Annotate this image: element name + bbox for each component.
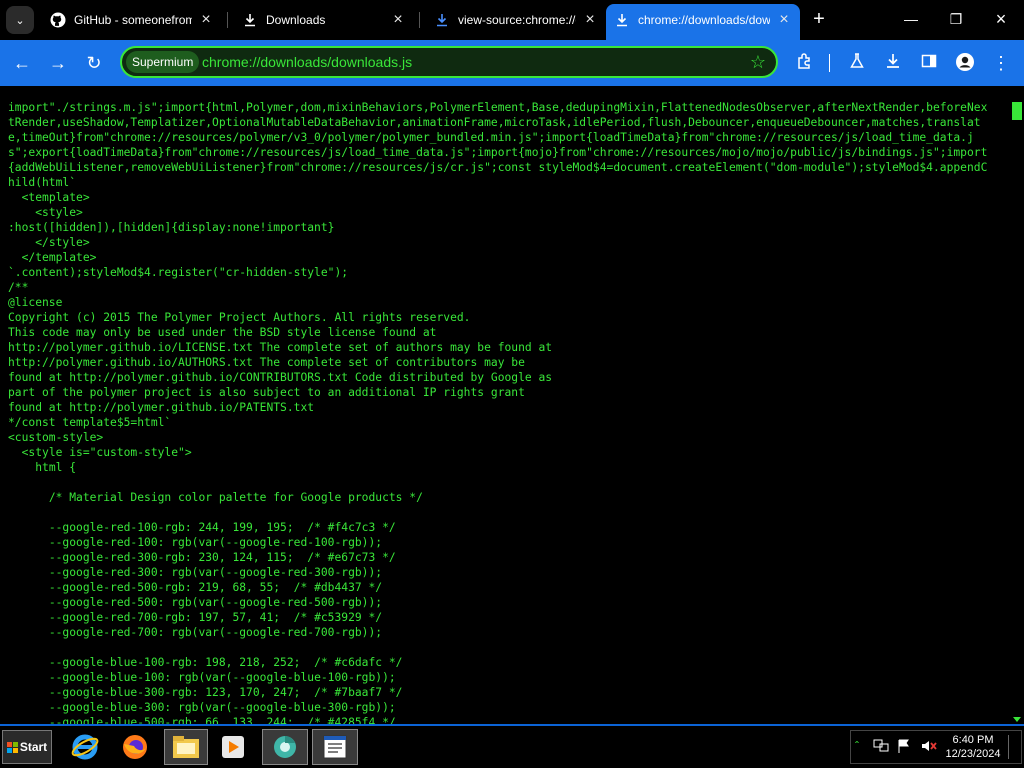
- clock[interactable]: 6:40 PM 12/23/2024: [943, 733, 1003, 761]
- tab-title: chrome://downloads/dow: [638, 13, 770, 27]
- close-tab-icon[interactable]: ×: [776, 11, 792, 29]
- download-icon: [614, 12, 630, 28]
- tab-separator: [419, 12, 420, 28]
- show-hidden-icons-icon[interactable]: ˆ: [855, 739, 859, 753]
- tab-title: Downloads: [266, 13, 326, 27]
- labs-flask-icon[interactable]: [846, 52, 868, 74]
- chevron-down-icon: ⌄: [15, 14, 25, 27]
- tab-title: GitHub - someonefromdi: [74, 13, 192, 27]
- scrollbar-thumb[interactable]: [1012, 102, 1022, 120]
- close-tab-icon[interactable]: ×: [198, 11, 214, 29]
- download-icon: [434, 12, 450, 28]
- show-desktop-button[interactable]: [1008, 735, 1019, 759]
- github-icon: [50, 12, 66, 28]
- start-button[interactable]: Start: [2, 730, 52, 764]
- plus-icon: +: [813, 8, 825, 30]
- close-tab-icon[interactable]: ×: [390, 11, 406, 29]
- extensions-icon[interactable]: [794, 52, 816, 74]
- file-explorer-icon[interactable]: [164, 729, 208, 765]
- start-label: Start: [19, 740, 48, 754]
- tab-downloads-js-active[interactable]: chrome://downloads/dow ×: [606, 4, 800, 40]
- tab-view-source[interactable]: view-source:chrome://do ×: [426, 4, 606, 36]
- toolbar-divider: [829, 54, 830, 72]
- tab-search-button[interactable]: ⌄: [6, 6, 34, 34]
- side-panel-icon[interactable]: [918, 52, 940, 74]
- system-tray: ˆ 6:40 PM 12/23/2024: [850, 730, 1022, 764]
- close-window-button[interactable]: ×: [986, 8, 1016, 30]
- restore-button[interactable]: ❐: [941, 8, 971, 30]
- page-content: import"./strings.m.js";import{html,Polym…: [0, 86, 1024, 724]
- minimize-button[interactable]: —: [896, 8, 926, 30]
- downloads-toolbar-icon[interactable]: [882, 52, 904, 74]
- reload-button[interactable]: ↻: [82, 51, 106, 75]
- volume-muted-icon[interactable]: [921, 739, 937, 756]
- clock-time: 6:40 PM: [952, 734, 994, 746]
- tab-title: view-source:chrome://do: [458, 13, 576, 27]
- arrow-right-icon: →: [49, 53, 67, 73]
- new-tab-button[interactable]: +: [808, 8, 830, 30]
- internet-explorer-icon[interactable]: [66, 729, 104, 765]
- minimize-icon: —: [904, 11, 918, 27]
- reload-icon: ↻: [86, 53, 102, 73]
- firefox-icon[interactable]: [116, 729, 154, 765]
- source-code-text: import"./strings.m.js";import{html,Polym…: [8, 101, 988, 724]
- taskbar: Start ˆ 6:40 PM 12/23/2024: [0, 724, 1024, 768]
- windows-logo-icon: [6, 741, 18, 753]
- restore-icon: ❐: [949, 11, 963, 27]
- action-center-flag-icon[interactable]: [897, 739, 911, 756]
- close-tab-icon[interactable]: ×: [582, 11, 598, 29]
- media-player-icon[interactable]: [214, 729, 252, 765]
- browser-icon[interactable]: [262, 729, 308, 765]
- arrow-left-icon: ←: [13, 53, 31, 73]
- download-icon: [242, 12, 258, 28]
- tab-downloads[interactable]: Downloads ×: [234, 4, 414, 36]
- tab-separator: [227, 12, 228, 28]
- notepad-icon[interactable]: [312, 729, 358, 765]
- close-icon: ×: [995, 9, 1007, 29]
- scroll-down-arrow-icon[interactable]: [1013, 717, 1021, 722]
- back-button[interactable]: ←: [10, 51, 34, 75]
- forward-button[interactable]: →: [46, 51, 70, 75]
- tab-github[interactable]: GitHub - someonefromdi ×: [42, 4, 222, 36]
- browser-toolbar: ← → ↻ Supermium chrome://downloads/downl…: [0, 40, 1024, 86]
- tab-strip: ⌄ GitHub - someonefromdi × Downloads × v…: [0, 0, 1024, 40]
- vertical-scrollbar[interactable]: [1010, 86, 1024, 724]
- menu-kebab-icon[interactable]: ⋮: [990, 52, 1012, 74]
- bookmark-star-icon[interactable]: ☆: [750, 52, 766, 73]
- url-text[interactable]: chrome://downloads/downloads.js: [202, 54, 412, 70]
- address-bar[interactable]: Supermium chrome://downloads/downloads.j…: [120, 46, 778, 78]
- clock-date: 12/23/2024: [945, 748, 1001, 760]
- profile-chip[interactable]: Supermium: [126, 51, 200, 73]
- network-icon[interactable]: [873, 739, 889, 756]
- profile-avatar-icon[interactable]: [954, 52, 976, 74]
